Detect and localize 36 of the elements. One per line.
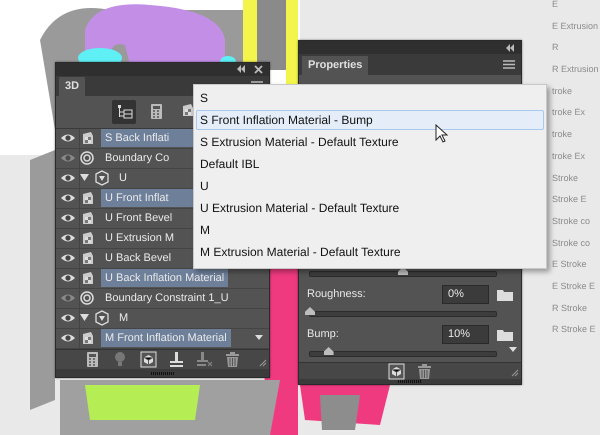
menu-item[interactable]: M [196, 220, 544, 240]
list-item: troke Ex [552, 106, 586, 120]
list-item: E Stroke [552, 258, 588, 272]
list-item: Stroke co [552, 236, 592, 250]
field-label: Bump: [307, 328, 340, 340]
value-field[interactable]: 10% [442, 324, 489, 344]
value-field[interactable]: 0% [442, 284, 489, 304]
layer-item[interactable]: M [115, 309, 132, 328]
list-item: troke [552, 84, 574, 98]
field-label: Roughness: [307, 288, 367, 300]
layer-item[interactable]: Boundary Co [101, 149, 174, 168]
list-item: troke Ex [552, 150, 586, 163]
list-item: Stroke [552, 172, 580, 184]
layer-item[interactable]: U Extrusion M [101, 229, 178, 248]
list-item: troke [552, 128, 574, 142]
list-item: E Stroke E [552, 280, 596, 293]
panel-tab[interactable]: 3D [59, 77, 86, 96]
menu-item[interactable]: M Extrusion Material - Default Texture [196, 242, 544, 262]
menu-item[interactable]: Default IBL [196, 154, 544, 174]
layer-item[interactable]: Boundary Constraint 1_U [101, 289, 233, 308]
list-item: Stroke co [552, 214, 592, 228]
layer-item[interactable]: U Back Bevel [101, 249, 176, 268]
menu-item[interactable]: S [196, 88, 544, 108]
menu-item[interactable]: S Front Inflation Material - Bump [196, 110, 544, 130]
list-item: R Stroke [552, 302, 588, 315]
list-item: Stroke E [552, 193, 588, 206]
list-item: E [552, 0, 560, 11]
layer-item[interactable]: U [115, 169, 131, 188]
layer-item[interactable]: U Back Inflation Material [101, 269, 228, 288]
list-item: R Extrusion [552, 63, 599, 76]
list-item: E Extrusion [552, 20, 599, 33]
layer-item[interactable]: U Front Bevel [101, 209, 176, 228]
layer-item[interactable]: M Front Inflation Material [101, 329, 231, 348]
list-item: R Stroke E [552, 323, 597, 336]
list-item: R [552, 41, 560, 54]
panel-tab[interactable]: Properties [302, 56, 368, 75]
